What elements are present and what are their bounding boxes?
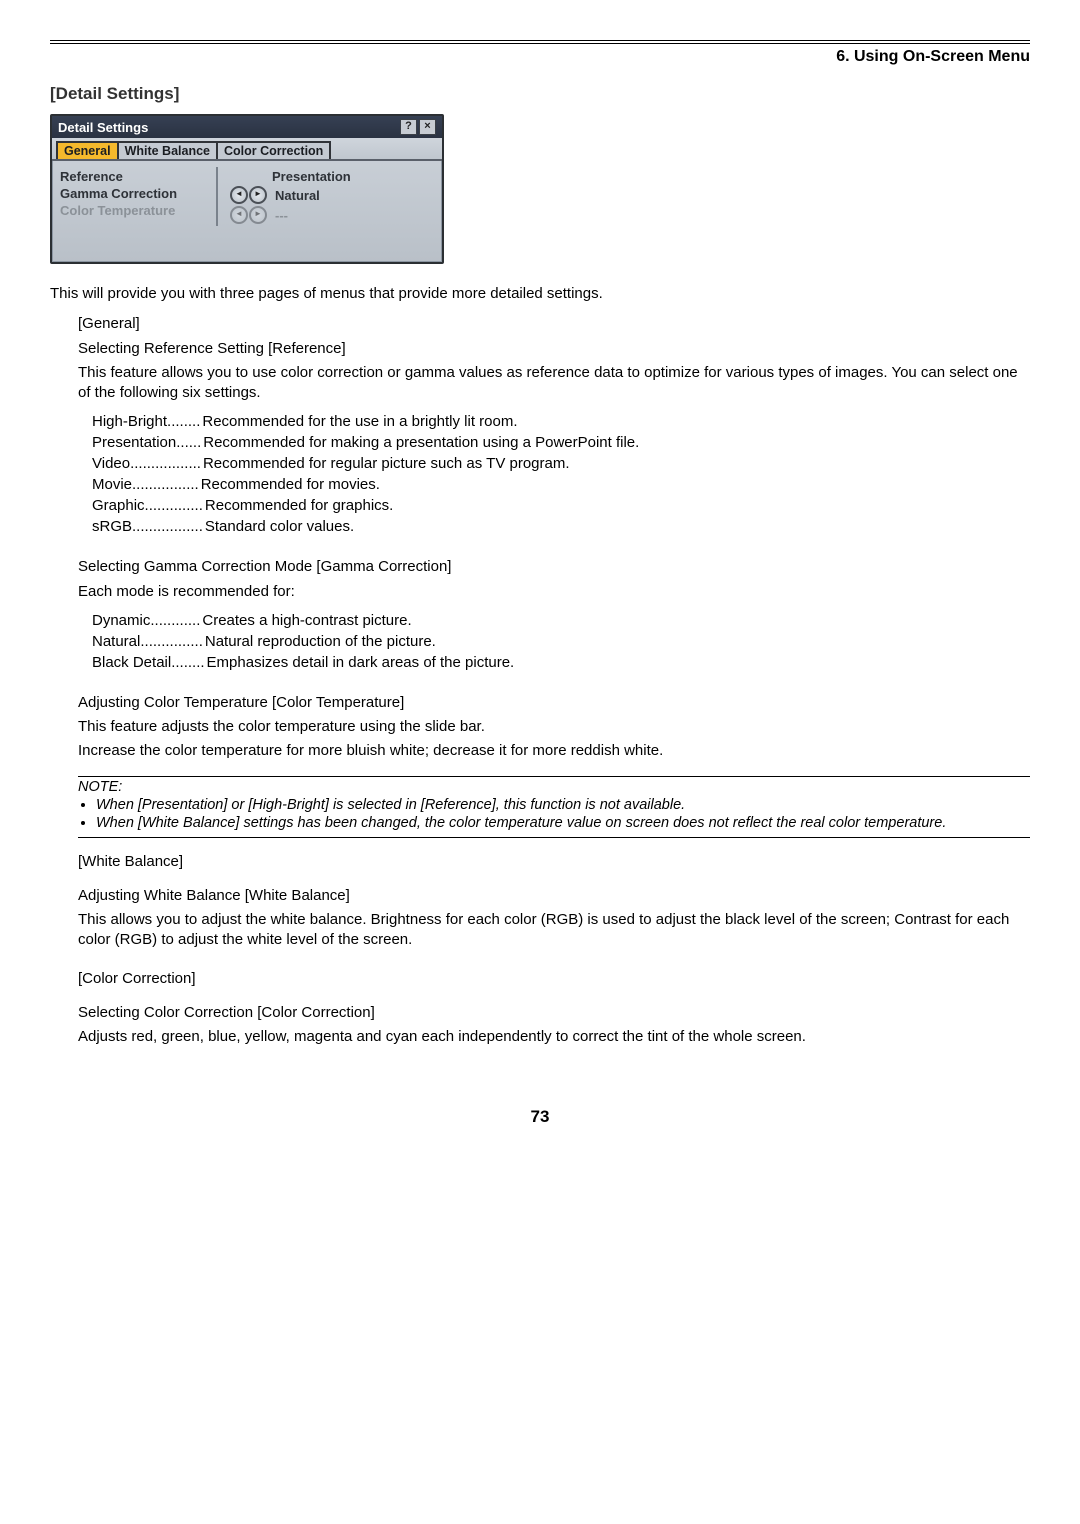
arrow-right-icon[interactable]: ► [249,186,267,204]
gamma-title: Selecting Gamma Correction Mode [Gamma C… [78,557,1030,577]
page-number: 73 [50,1107,1030,1127]
note-bullet: When [White Balance] settings has been c… [96,815,1030,831]
cc-heading: [Color Correction] [78,969,1030,989]
intro-paragraph: This will provide you with three pages o… [50,284,1030,304]
gamma-lead: Each mode is recommended for: [78,582,1030,602]
dialog-tabs: General White Balance Color Correction [52,138,442,161]
opt-term: Graphic [92,497,145,514]
help-icon[interactable]: ? [400,119,417,135]
dots: ...... [176,434,201,451]
detail-settings-dialog: Detail Settings ? × General White Balanc… [50,114,444,264]
reference-desc: This feature allows you to use color cor… [78,363,1030,404]
opt-term: Movie [92,476,132,493]
chapter-title: 6. Using On-Screen Menu [50,43,1030,72]
wb-heading: [White Balance] [78,852,1030,872]
dots: ........ [167,413,200,430]
cc-desc: Adjusts red, green, blue, yellow, magent… [78,1027,1030,1047]
ct-p2: Increase the color temperature for more … [78,741,1030,761]
opt-term: Black Detail [92,654,171,671]
tab-general[interactable]: General [56,141,119,159]
row-reference-label: Reference [60,169,210,184]
arrow-right-icon: ► [249,206,267,224]
opt-desc: Standard color values. [205,518,354,535]
dialog-titlebar: Detail Settings ? × [52,116,442,138]
row-ct-label: Color Temperature [60,203,210,218]
dots: ........ [171,654,204,671]
opt-term: sRGB [92,518,132,535]
row-gamma-value: Natural [275,188,320,203]
general-heading: [General] [78,314,1030,334]
note-block: NOTE: When [Presentation] or [High-Brigh… [78,776,1030,838]
arrow-left-icon: ◄ [230,206,248,224]
gamma-options: Dynamic ............ Creates a high-cont… [92,612,1030,671]
opt-desc: Recommended for graphics. [205,497,393,514]
row-ct-value: --- [275,208,288,223]
row-gamma-label: Gamma Correction [60,186,210,201]
close-icon[interactable]: × [419,119,436,135]
opt-desc: Emphasizes detail in dark areas of the p… [207,654,515,671]
section-title: [Detail Settings] [50,84,1030,104]
dots: .............. [145,497,203,514]
opt-term: High-Bright [92,413,167,430]
tab-white-balance[interactable]: White Balance [117,141,218,159]
dots: ................. [130,455,201,472]
top-rule [50,40,1030,41]
opt-desc: Recommended for making a presentation us… [203,434,639,451]
note-head: NOTE: [78,779,1030,795]
opt-desc: Recommended for regular picture such as … [203,455,570,472]
opt-desc: Recommended for movies. [201,476,380,493]
reference-options: High-Bright ........ Recommended for the… [92,413,1030,535]
dialog-title-text: Detail Settings [58,120,148,135]
tab-color-correction[interactable]: Color Correction [216,141,331,159]
opt-desc: Recommended for the use in a brightly li… [202,413,517,430]
arrow-left-icon[interactable]: ◄ [230,186,248,204]
opt-term: Presentation [92,434,176,451]
cc-title: Selecting Color Correction [Color Correc… [78,1003,1030,1023]
opt-term: Video [92,455,130,472]
dots: ................. [132,518,203,535]
ct-title: Adjusting Color Temperature [Color Tempe… [78,693,1030,713]
note-bullet: When [Presentation] or [High-Bright] is … [96,797,1030,813]
wb-title: Adjusting White Balance [White Balance] [78,886,1030,906]
opt-desc: Creates a high-contrast picture. [202,612,411,629]
ct-p1: This feature adjusts the color temperatu… [78,717,1030,737]
opt-term: Dynamic [92,612,150,629]
dots: ............ [150,612,200,629]
opt-desc: Natural reproduction of the picture. [205,633,436,650]
wb-desc: This allows you to adjust the white bala… [78,910,1030,951]
row-reference-value: Presentation [272,169,351,184]
dots: ............... [140,633,203,650]
reference-title: Selecting Reference Setting [Reference] [78,339,1030,359]
dots: ................ [132,476,199,493]
opt-term: Natural [92,633,140,650]
